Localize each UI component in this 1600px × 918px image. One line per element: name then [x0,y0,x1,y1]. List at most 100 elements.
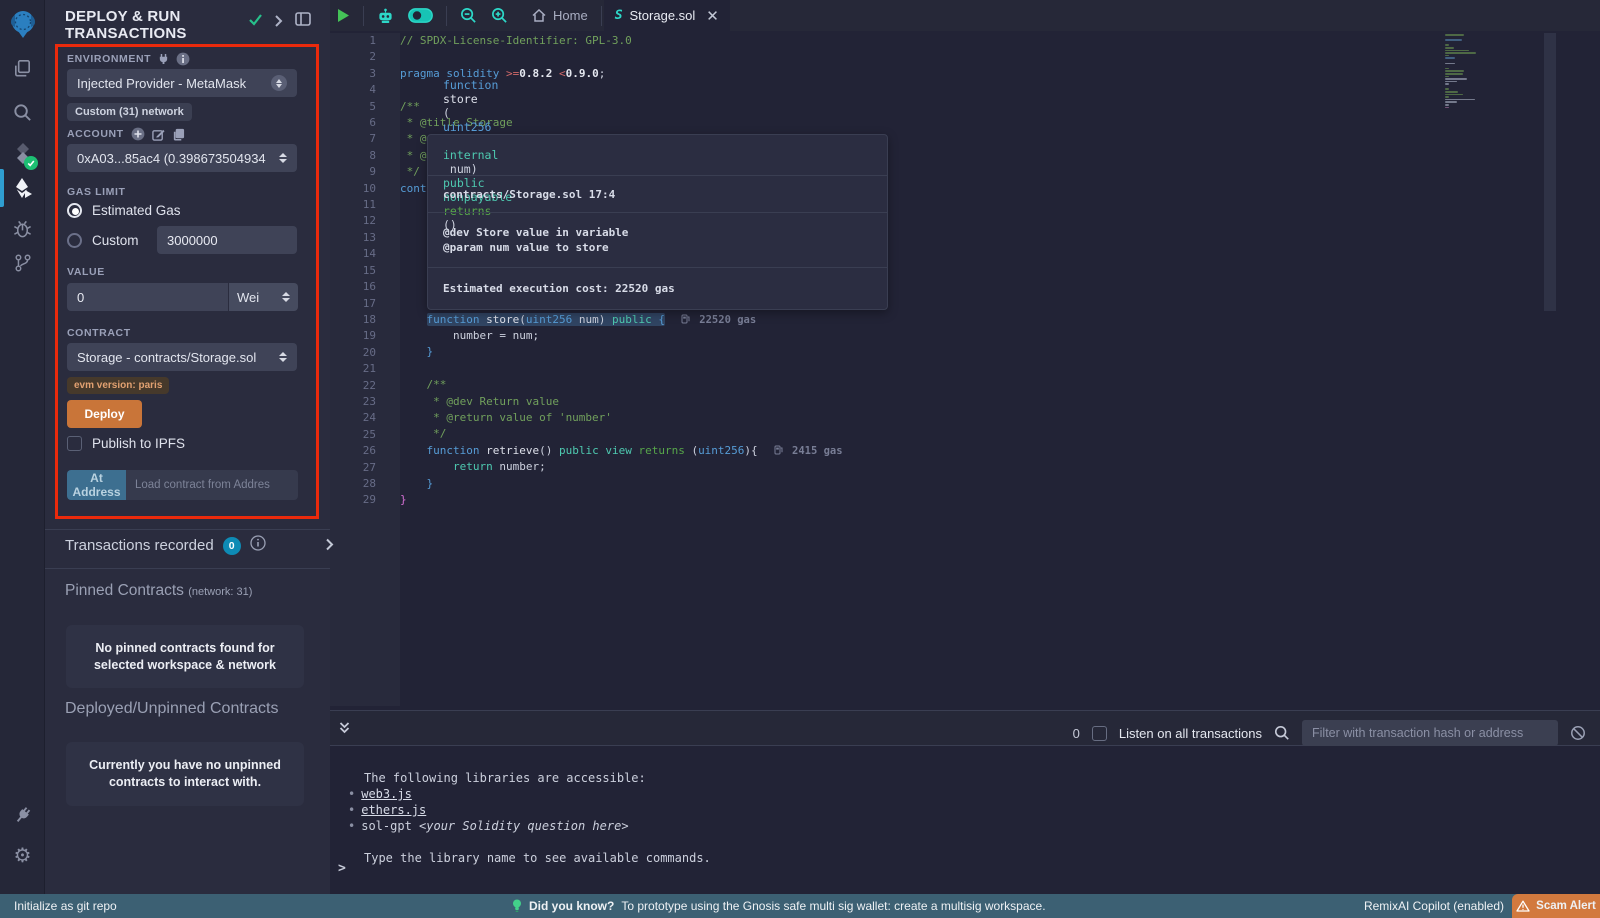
ban-icon[interactable] [1570,725,1586,741]
line-number: 3 [330,66,376,82]
copy-account-icon[interactable] [172,128,185,141]
home-icon [532,9,546,22]
tab-home[interactable]: Home [521,0,599,31]
line-number: 4 [330,82,376,98]
git-init-button[interactable]: Initialize as git repo [14,899,117,913]
plug-icon[interactable] [158,53,169,65]
terminal-intro: The following libraries are accessible: [364,771,646,785]
estimated-gas-radio[interactable] [67,203,82,218]
terminal-output: The following libraries are accessible: … [338,770,711,866]
line-number: 13 [330,230,376,246]
line-number: 18 [330,312,376,328]
terminal-header: 0 Listen on all transactions [330,710,1600,746]
tip-title: Did you know? [529,899,614,913]
line-number: 14 [330,246,376,262]
environment-select[interactable]: Injected Provider - MetaMask [67,69,297,97]
environment-value: Injected Provider - MetaMask [77,76,271,91]
value-label: VALUE [67,266,105,278]
deployed-contracts-heading: Deployed/Unpinned Contracts [65,700,278,718]
value-input[interactable] [67,283,228,311]
line-number: 6 [330,115,376,131]
transactions-count-badge: 0 [223,537,241,555]
close-tab-icon[interactable]: ✕ [706,7,719,25]
code-line[interactable]: number = num; [400,328,1600,344]
line-number: 12 [330,213,376,229]
line-number: 17 [330,296,376,312]
code-line[interactable]: return number; [400,459,1600,475]
remix-logo-icon[interactable] [0,4,45,44]
code-line[interactable]: * @dev Return value [400,394,1600,410]
icon-rail: ⚙ [0,0,45,894]
add-account-icon[interactable] [131,127,145,141]
code-line[interactable]: function retrieve() public view returns … [400,443,1600,459]
zoom-in-icon[interactable] [484,0,515,31]
code-line[interactable]: function store(uint256 num) public { 225… [400,312,1600,328]
account-select[interactable]: 0xA03...85ac4 (0.398673504934 [67,144,297,172]
contract-label: CONTRACT [67,327,131,339]
file-explorer-icon[interactable] [0,48,45,88]
terminal-hint: Type the library name to see available c… [364,851,711,865]
tooltip-signature: function store (uint256 internal num) pu… [428,135,887,176]
custom-gas-input[interactable] [157,226,297,254]
line-number: 15 [330,263,376,279]
warning-triangle-icon [1516,900,1530,912]
code-line[interactable] [400,49,1600,65]
copilot-toggle[interactable] [401,0,440,31]
sign-message-icon[interactable] [152,128,165,141]
scam-alert-button[interactable]: Scam Alert [1512,894,1600,918]
terminal-prompt[interactable]: > [338,861,346,876]
did-you-know-tip: Did you know? To prototype using the Gno… [512,899,1046,913]
web3-link[interactable]: web3.js [361,787,412,801]
info-icon[interactable] [176,52,190,66]
debugger-icon[interactable] [0,208,45,248]
copilot-status[interactable]: RemixAI Copilot (enabled) [1364,899,1504,913]
terminal: 0 Listen on all transactions The followi… [330,706,1600,894]
line-number: 26 [330,443,376,459]
code-line[interactable]: * @return value of 'number' [400,410,1600,426]
git-icon[interactable] [0,243,45,283]
code-line[interactable]: */ [400,426,1600,442]
code-line[interactable]: // SPDX-License-Identifier: GPL-3.0 [400,33,1600,49]
code-line[interactable]: } [400,476,1600,492]
plugin-manager-icon[interactable] [0,795,45,835]
chevron-updown-icon [271,75,287,91]
line-number: 21 [330,361,376,377]
minimap[interactable] [1445,34,1525,109]
ethers-link[interactable]: ethers.js [361,803,426,817]
transactions-expand-icon[interactable] [325,538,334,556]
zoom-out-icon[interactable] [453,0,484,31]
filter-input[interactable] [1302,720,1558,746]
code-line[interactable]: } [400,492,1600,508]
run-script-button[interactable] [330,0,357,31]
solgpt-label: sol-gpt [361,819,419,833]
contract-select[interactable]: Storage - contracts/Storage.sol [67,343,297,371]
custom-gas-radio[interactable] [67,233,82,248]
tab-storage-sol[interactable]: S Storage.sol ✕ [604,0,730,31]
search-icon[interactable] [0,92,45,132]
account-label: ACCOUNT [67,128,124,140]
line-number: 24 [330,410,376,426]
at-address-button[interactable]: At Address [67,470,126,500]
panel-pin-icon[interactable] [295,12,311,31]
gas-limit-label: GAS LIMIT [67,186,125,198]
deploy-run-icon[interactable] [0,168,45,208]
code-line[interactable]: } [400,344,1600,360]
editor-scrollbar[interactable] [1544,33,1556,311]
code-line[interactable]: /** [400,377,1600,393]
settings-gear-icon[interactable]: ⚙ [0,836,45,876]
double-chevron-down-icon[interactable] [338,721,351,735]
transactions-info-icon[interactable] [250,535,266,556]
at-address-input[interactable] [126,470,298,500]
terminal-search-icon[interactable] [1274,725,1290,741]
remix-ide: ⚙ DEPLOY & RUN TRANSACTIONS ENVIRONMENT … [0,0,1600,918]
listen-checkbox[interactable] [1092,726,1107,741]
ai-robot-icon[interactable] [370,0,401,31]
value-unit-select[interactable]: Wei [229,283,298,311]
gear-icon: ⚙ [14,846,32,866]
line-number: 29 [330,492,376,508]
gutter: 1234567891011121314151617181920212223242… [330,33,400,706]
chevron-right-icon[interactable] [274,14,283,32]
code-line[interactable] [400,361,1600,377]
publish-ipfs-checkbox[interactable] [67,436,82,451]
deploy-button[interactable]: Deploy [67,400,142,428]
